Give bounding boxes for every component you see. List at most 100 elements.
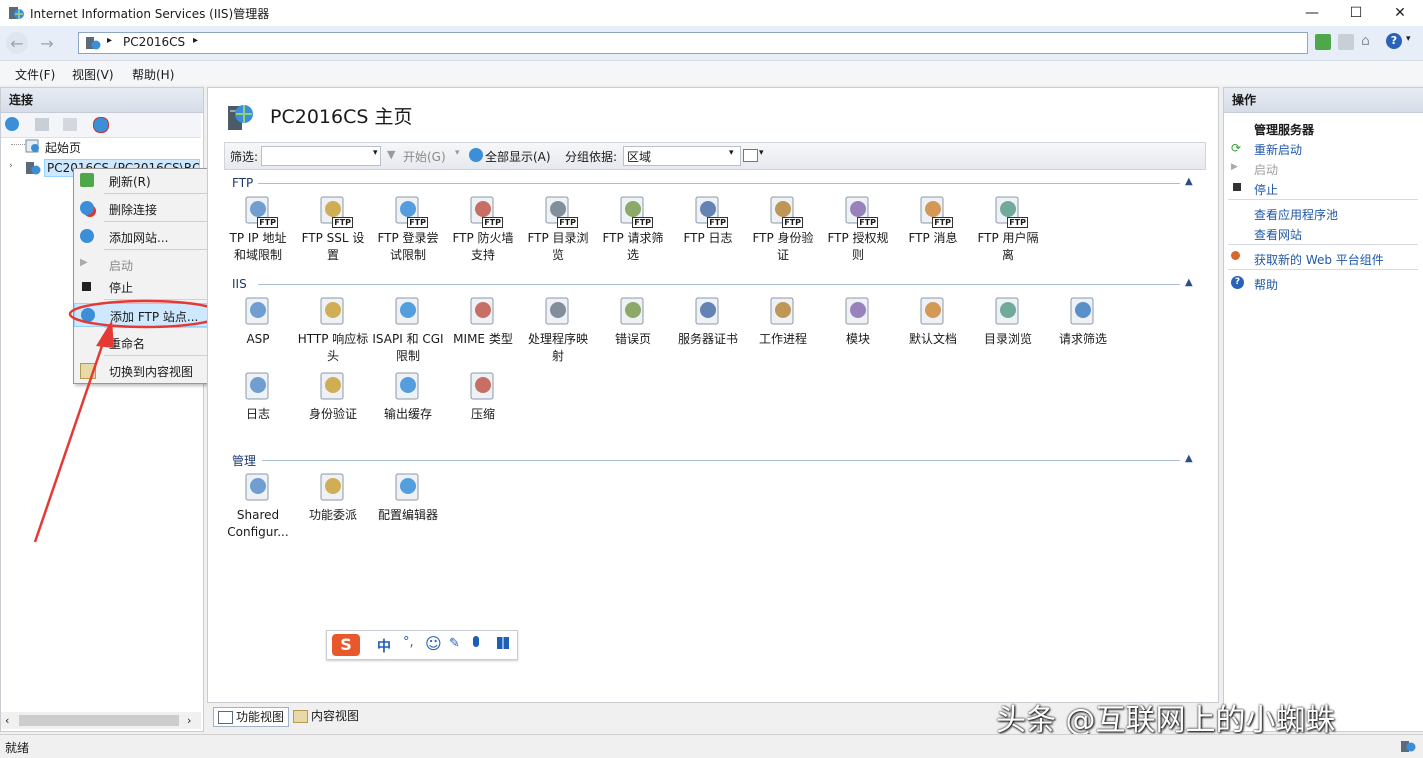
feature-tile[interactable]: 输出缓存 (372, 370, 444, 423)
feature-icon (317, 295, 349, 327)
menu-help[interactable]: 帮助(H) (132, 66, 174, 83)
view-grid-icon[interactable] (743, 149, 758, 162)
feature-label: 目录浏览 (983, 332, 1032, 346)
delete-connection-icon[interactable] (93, 117, 109, 133)
feature-tile[interactable]: FTP FTP SSL 设 置 (297, 194, 369, 264)
chevron-down-icon[interactable]: ▾ (729, 148, 734, 158)
action-get-web-platform[interactable]: 获取新的 Web 平台组件 (1254, 251, 1384, 268)
up-icon[interactable] (63, 118, 77, 131)
feature-label: MIME 类型 (453, 332, 513, 346)
scroll-left-icon[interactable]: ‹ (5, 714, 9, 727)
feature-tile[interactable]: 身份验证 (297, 370, 369, 423)
feature-tile[interactable]: HTTP 响应标 头 (297, 295, 369, 365)
action-restart[interactable]: 重新启动 (1254, 141, 1302, 158)
scrollbar-thumb[interactable] (19, 715, 179, 726)
minimize-button[interactable]: — (1290, 0, 1334, 26)
create-connection-icon[interactable] (5, 117, 19, 131)
tree-start-page[interactable]: 起始页 (45, 139, 81, 156)
sogou-logo-icon[interactable]: S (332, 634, 360, 656)
feature-label: ASP (246, 332, 270, 346)
scroll-right-icon[interactable]: › (187, 714, 191, 727)
emoji-icon[interactable]: ☺ (425, 634, 442, 653)
filter-input[interactable] (261, 146, 381, 166)
breadcrumb-arrow-icon: ▸ (107, 35, 113, 46)
menu-view[interactable]: 视图(V) (72, 66, 114, 83)
features-panel: PC2016CS 主页 筛选: ▾ ▼ 开始(G) ▾ 全部显示(A) 分组依据… (207, 87, 1219, 703)
action-view-app-pools[interactable]: 查看应用程序池 (1254, 206, 1338, 223)
feature-tile[interactable]: 模块 (822, 295, 894, 348)
feature-tile[interactable]: FTP FTP 授权规 则 (822, 194, 894, 264)
breadcrumb-server[interactable]: PC2016CS (123, 35, 185, 49)
refresh-icon[interactable] (1315, 34, 1331, 50)
forward-arrow-icon[interactable]: → (36, 32, 58, 54)
feature-tile[interactable]: FTP FTP 用户隔 离 (972, 194, 1044, 264)
feature-tile[interactable]: MIME 类型 (447, 295, 519, 348)
feature-tile[interactable]: FTP FTP 登录尝 试限制 (372, 194, 444, 264)
feature-icon (767, 295, 799, 327)
feature-icon: FTP (767, 194, 803, 228)
ftp-badge-icon: FTP (1007, 217, 1028, 228)
chevron-down-icon[interactable]: ▾ (759, 148, 764, 158)
feature-tile[interactable]: 功能委派 (297, 471, 369, 524)
feature-tile[interactable]: Shared Configur... (222, 471, 294, 541)
collapse-arrow-icon[interactable]: ▲ (1185, 176, 1197, 188)
save-icon[interactable] (35, 118, 49, 131)
chevron-down-icon[interactable]: ▾ (373, 148, 378, 158)
feature-tile[interactable]: FTP FTP 消息 (897, 194, 969, 247)
show-all-button[interactable]: 全部显示(A) (485, 148, 551, 165)
punctuation-icon[interactable]: °, (403, 635, 414, 650)
menu-file[interactable]: 文件(F) (15, 66, 55, 83)
chevron-down-icon[interactable]: ▾ (1406, 34, 1411, 44)
feature-tile[interactable]: ASP (222, 295, 294, 348)
help-icon[interactable]: ? (1386, 33, 1402, 49)
feature-label: 身份验证 (308, 407, 357, 421)
feature-tile[interactable]: 错误页 (597, 295, 669, 348)
help-icon: ? (1231, 276, 1244, 289)
tab-content-view[interactable]: 内容视图 (289, 707, 363, 725)
handwriting-icon[interactable]: ✎ (449, 636, 460, 651)
toolbox-grid-icon[interactable] (497, 637, 509, 649)
section-divider (258, 183, 1180, 184)
home-icon[interactable]: ⌂ (1361, 33, 1370, 49)
address-box[interactable]: ▸ PC2016CS ▸ (78, 32, 1308, 54)
back-arrow-icon[interactable]: ← (6, 32, 28, 54)
feature-tile[interactable]: 配置编辑器 (372, 471, 444, 524)
ime-lang-toggle[interactable]: 中 (377, 636, 391, 656)
action-stop[interactable]: 停止 (1254, 181, 1278, 198)
feature-tile[interactable]: FTP FTP 请求筛 选 (597, 194, 669, 264)
chevron-down-icon[interactable]: ▾ (455, 148, 460, 158)
feature-label: 服务器证书 (677, 332, 738, 346)
feature-tile[interactable]: 默认文档 (897, 295, 969, 348)
action-start[interactable]: 启动 (1254, 161, 1278, 178)
collapse-arrow-icon[interactable]: ▲ (1185, 277, 1197, 289)
feature-tile[interactable]: FTP TP IP 地址 和域限制 (222, 194, 294, 264)
feature-tile[interactable]: 目录浏览 (972, 295, 1044, 348)
feature-tile[interactable]: 服务器证书 (672, 295, 744, 348)
feature-icon (842, 295, 874, 327)
close-button[interactable]: ✕ (1378, 0, 1422, 26)
feature-tile[interactable]: FTP FTP 防火墙 支持 (447, 194, 519, 264)
stop-icon[interactable] (1338, 34, 1354, 50)
horizontal-scrollbar[interactable]: ‹ › (1, 712, 201, 729)
feature-tile[interactable]: FTP FTP 日志 (672, 194, 744, 247)
feature-tile[interactable]: 日志 (222, 370, 294, 423)
feature-tile[interactable]: 压缩 (447, 370, 519, 423)
start-filter-button[interactable]: 开始(G) (403, 148, 446, 165)
feature-icon: FTP (317, 194, 353, 228)
feature-tile[interactable]: 处理程序映 射 (522, 295, 594, 365)
feature-tile[interactable]: 工作进程 (747, 295, 819, 348)
group-by-select[interactable]: 区域 (623, 146, 741, 166)
ftp-badge-icon: FTP (632, 217, 653, 228)
tab-features-view[interactable]: 功能视图 (213, 707, 290, 727)
microphone-icon[interactable] (473, 636, 479, 647)
action-view-sites[interactable]: 查看网站 (1254, 226, 1302, 243)
feature-tile[interactable]: FTP FTP 身份验 证 (747, 194, 819, 264)
maximize-button[interactable]: ☐ (1334, 0, 1378, 26)
breadcrumb-arrow-icon[interactable]: ▸ (193, 35, 198, 46)
feature-tile[interactable]: ISAPI 和 CGI 限制 (372, 295, 444, 365)
feature-tile[interactable]: 请求筛选 (1047, 295, 1119, 348)
collapse-arrow-icon[interactable]: ▲ (1185, 453, 1197, 465)
feature-tile[interactable]: FTP FTP 目录浏 览 (522, 194, 594, 264)
expand-arrow-icon[interactable]: › (9, 161, 13, 171)
action-help[interactable]: 帮助 (1254, 276, 1278, 293)
